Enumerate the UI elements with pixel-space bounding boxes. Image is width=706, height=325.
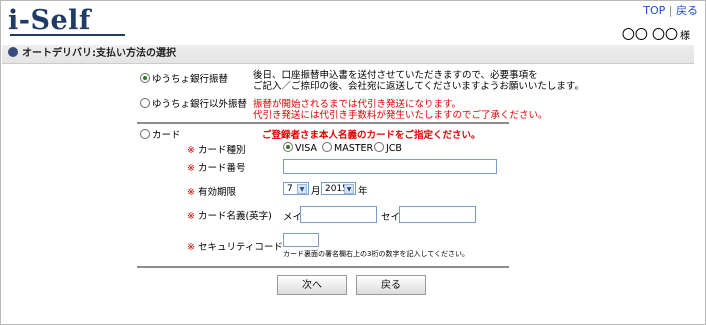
divider bbox=[137, 122, 509, 124]
card-notice: ご登録者さま本人名義のカードをご指定ください。 bbox=[262, 130, 481, 141]
card-type-visa-label: VISA bbox=[295, 143, 318, 154]
section-header: オートデリバリ:支払い方法の選択 bbox=[2, 45, 694, 64]
required-mark: ※ bbox=[187, 242, 195, 253]
last-name-label: セイ bbox=[381, 212, 401, 223]
radio-yucho[interactable]: ゆうちょ銀行振替 bbox=[140, 71, 228, 85]
expiry-year-select[interactable]: 2015 ▼ bbox=[321, 182, 356, 195]
card-type-jcb-label: JCB bbox=[386, 143, 402, 154]
user-name-text: 〇〇 〇〇 bbox=[621, 28, 678, 43]
expiry-text: 有効期限 bbox=[197, 187, 236, 198]
chevron-down-icon[interactable]: ▼ bbox=[297, 184, 307, 194]
honorific: 様 bbox=[680, 31, 690, 42]
card-name-text: カード名義(英字) bbox=[197, 211, 272, 222]
expiry-month-value: 7 bbox=[287, 184, 293, 194]
radio-other-indicator[interactable] bbox=[140, 98, 150, 108]
month-unit: 月 bbox=[311, 186, 321, 197]
top-link[interactable]: TOP bbox=[643, 4, 665, 17]
yucho-description: 後日、口座振替申込書を送付させていただきますので、必要事項を ご記入／ご捺印の後… bbox=[253, 70, 584, 92]
link-separator: | bbox=[668, 4, 673, 17]
other-desc-line-1: 振替が開始されるまでは代引き発送になります。 bbox=[253, 99, 462, 110]
security-code-label: ※ セキュリティコード bbox=[187, 239, 283, 253]
required-mark: ※ bbox=[187, 187, 195, 198]
section-icon bbox=[8, 47, 18, 57]
card-type-jcb[interactable]: JCB bbox=[374, 142, 402, 154]
card-type-text: カード種別 bbox=[197, 145, 246, 156]
radio-master[interactable] bbox=[322, 142, 332, 152]
card-type-label: ※ カード種別 bbox=[187, 142, 245, 156]
card-number-label: ※ カード番号 bbox=[187, 160, 245, 174]
other-bank-description: 振替が開始されるまでは代引き発送になります。 代引き発送には代引き手数料が発生い… bbox=[253, 99, 548, 121]
security-code-text: セキュリティコード bbox=[197, 242, 283, 253]
radio-visa[interactable] bbox=[283, 142, 293, 152]
radio-card[interactable]: カード bbox=[140, 127, 181, 141]
yucho-desc-line-2: ご記入／ご捺印の後、会社宛に返送してくださいますようお願いいたします。 bbox=[253, 81, 584, 92]
radio-yucho-label: ゆうちょ銀行振替 bbox=[152, 74, 229, 85]
required-mark: ※ bbox=[187, 163, 195, 174]
logo: i-Self bbox=[8, 5, 92, 36]
top-links: TOP | 戻る bbox=[643, 2, 698, 18]
card-number-input[interactable] bbox=[283, 159, 497, 174]
expiry-label: ※ 有効期限 bbox=[187, 184, 236, 198]
radio-card-indicator[interactable] bbox=[140, 129, 150, 139]
card-type-visa[interactable]: VISA bbox=[283, 142, 317, 154]
radio-other-label: ゆうちょ銀行以外振替 bbox=[152, 99, 248, 110]
security-code-hint: カード裏面の署名欄右上の3桁の数字を記入してください。 bbox=[283, 250, 470, 258]
required-mark: ※ bbox=[187, 211, 195, 222]
other-desc-line-2: 代引き発送には代引き手数料が発生いたしますのでご了承ください。 bbox=[253, 110, 548, 121]
back-button[interactable]: 戻る bbox=[356, 275, 426, 295]
radio-yucho-indicator[interactable] bbox=[140, 73, 150, 83]
card-number-text: カード番号 bbox=[197, 163, 246, 174]
radio-card-label: カード bbox=[152, 130, 181, 141]
year-unit: 年 bbox=[358, 186, 368, 197]
next-button[interactable]: 次へ bbox=[277, 275, 347, 295]
divider bbox=[137, 266, 509, 268]
back-link[interactable]: 戻る bbox=[676, 4, 698, 17]
last-name-input[interactable] bbox=[399, 206, 476, 223]
card-name-label: ※ カード名義(英字) bbox=[187, 208, 272, 222]
chevron-down-icon[interactable]: ▼ bbox=[344, 184, 354, 194]
card-type-master[interactable]: MASTER bbox=[322, 142, 373, 154]
user-name: 〇〇 〇〇様 bbox=[622, 24, 690, 43]
expiry-month-select[interactable]: 7 ▼ bbox=[283, 182, 309, 195]
card-type-master-label: MASTER bbox=[334, 143, 374, 154]
radio-other-bank[interactable]: ゆうちょ銀行以外振替 bbox=[140, 96, 247, 110]
radio-jcb[interactable] bbox=[374, 142, 384, 152]
logo-underline bbox=[10, 34, 125, 36]
section-title: オートデリバリ:支払い方法の選択 bbox=[22, 48, 176, 59]
yucho-desc-line-1: 後日、口座振替申込書を送付させていただきますので、必要事項を bbox=[253, 70, 538, 81]
first-name-input[interactable] bbox=[300, 206, 377, 223]
required-mark: ※ bbox=[187, 145, 195, 156]
security-code-input[interactable] bbox=[283, 233, 319, 247]
